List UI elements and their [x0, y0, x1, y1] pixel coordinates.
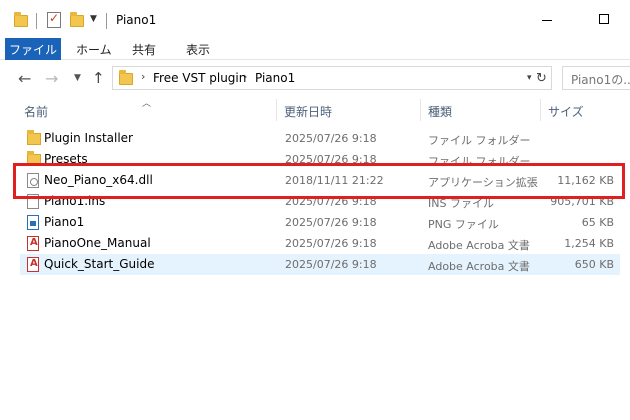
toolbar-divider — [36, 13, 37, 29]
new-folder-icon[interactable] — [70, 12, 84, 30]
annotation-highlight-box — [13, 163, 625, 199]
column-divider[interactable] — [540, 99, 541, 121]
column-header: ︿ 名前 更新日時 種類 サイズ — [0, 97, 630, 123]
tab-file[interactable]: ファイル — [5, 38, 61, 60]
up-arrow-icon[interactable]: ↑ — [92, 69, 105, 87]
file-size: 65 KB — [581, 216, 614, 229]
file-type: Adobe Acroba 文書 — [428, 260, 530, 273]
customize-toolbar-chevron-down-icon[interactable]: ▼ — [90, 14, 97, 24]
properties-check-icon[interactable] — [47, 11, 61, 28]
pdf-file-icon — [27, 257, 39, 272]
file-date: 2025/07/26 9:18 — [285, 216, 377, 229]
file-row-piano1-png[interactable]: Piano1 2025/07/26 9:18 PNG ファイル 65 KB — [20, 212, 620, 233]
navigation-bar: ← → ▼ ↑ › Free VST plugin › Piano1 ▾ ↻ P… — [0, 61, 630, 97]
file-type: Adobe Acroba 文書 — [428, 239, 530, 252]
breadcrumb-free-vst-plugin[interactable]: Free VST plugin — [153, 71, 246, 85]
file-date: 2025/07/26 9:18 — [285, 132, 377, 145]
column-name[interactable]: 名前 — [24, 103, 48, 120]
file-size: 1,254 KB — [564, 237, 614, 250]
window-title: Piano1 — [116, 13, 157, 27]
tab-view[interactable]: 表示 — [186, 38, 210, 60]
file-type: ファイル フォルダー — [428, 134, 531, 147]
pdf-file-icon — [27, 236, 39, 251]
search-input[interactable]: Piano1の... — [562, 66, 630, 90]
column-type[interactable]: 種類 — [428, 103, 452, 120]
file-size: 650 KB — [574, 258, 614, 271]
back-arrow-icon[interactable]: ← — [18, 69, 31, 88]
sort-ascending-icon: ︿ — [142, 99, 152, 109]
title-bar: ▼ Piano1 — [0, 0, 630, 38]
minimize-button[interactable] — [533, 8, 563, 32]
file-name: Quick_Start_Guide — [44, 257, 155, 271]
file-row-quick-start-guide[interactable]: Quick_Start_Guide 2025/07/26 9:18 Adobe … — [20, 254, 620, 275]
file-date: 2025/07/26 9:18 — [285, 237, 377, 250]
column-divider[interactable] — [420, 99, 421, 121]
forward-arrow-icon[interactable]: → — [45, 69, 58, 88]
recent-locations-chevron-down-icon[interactable]: ▼ — [74, 73, 81, 83]
maximize-icon — [599, 14, 609, 24]
ribbon-tabs: ファイル ホーム 共有 表示 — [0, 38, 630, 60]
address-bar[interactable]: › Free VST plugin › Piano1 ▾ — [112, 66, 552, 90]
file-row-pianoone-manual[interactable]: PianoOne_Manual 2025/07/26 9:18 Adobe Ac… — [20, 233, 620, 254]
minimize-icon — [542, 20, 552, 21]
breadcrumb-separator-icon[interactable]: › — [243, 70, 247, 83]
file-type: PNG ファイル — [428, 218, 499, 231]
png-file-icon — [27, 215, 39, 230]
folder-icon — [27, 130, 41, 145]
file-name: PianoOne_Manual — [44, 236, 151, 250]
quick-access-folder-icon[interactable] — [14, 12, 28, 30]
column-size[interactable]: サイズ — [548, 103, 584, 120]
breadcrumb-separator-icon[interactable]: › — [141, 70, 145, 83]
column-divider[interactable] — [276, 99, 277, 121]
maximize-button[interactable] — [591, 8, 621, 32]
refresh-icon: ↻ — [536, 70, 547, 86]
breadcrumb-piano1[interactable]: Piano1 — [255, 71, 295, 85]
file-row-plugin-installer[interactable]: Plugin Installer 2025/07/26 9:18 ファイル フォ… — [20, 128, 620, 149]
column-date[interactable]: 更新日時 — [284, 103, 332, 120]
folder-icon — [119, 70, 133, 85]
address-history-chevron-down-icon[interactable]: ▾ — [527, 73, 532, 83]
file-date: 2025/07/26 9:18 — [285, 258, 377, 271]
tab-share[interactable]: 共有 — [132, 38, 156, 60]
refresh-button[interactable]: ↻ — [532, 66, 552, 90]
toolbar-divider — [106, 13, 107, 29]
file-name: Plugin Installer — [44, 131, 133, 145]
tab-home[interactable]: ホーム — [76, 38, 112, 60]
file-name: Piano1 — [44, 215, 85, 229]
file-explorer-window: ▼ Piano1 ファイル ホーム 共有 表示 ← → ▼ ↑ › Free V… — [0, 0, 630, 420]
